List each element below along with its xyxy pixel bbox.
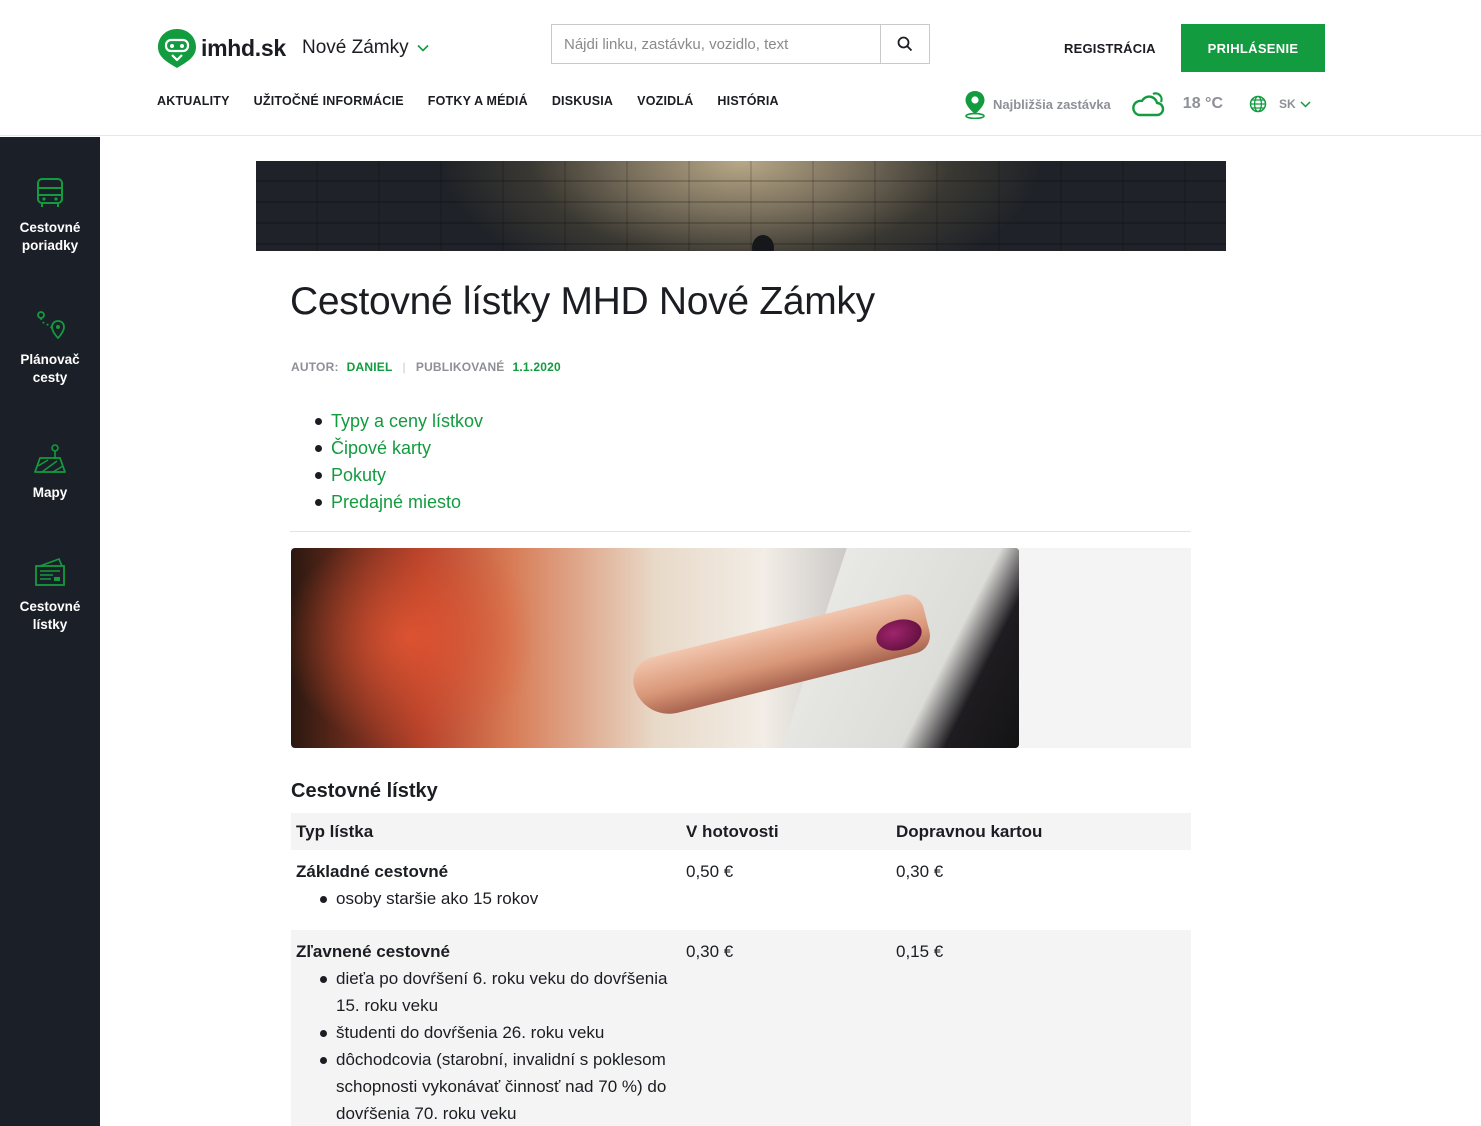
column-header-card: Dopravnou kartou	[891, 813, 1191, 850]
header-tools: Najbližšia zastávka 18 °C SK	[962, 89, 1311, 119]
ticket-note: dieťa po dovŕšení 6. roku veku do dovŕše…	[318, 965, 676, 1019]
sidebar-item-label: cesty	[32, 370, 68, 385]
ticket-note: študenti do dovŕšenia 26. roku veku	[318, 1019, 676, 1046]
logo-tld: .sk	[254, 34, 286, 61]
ticket-type-cell: Základné cestovné osoby staršie ako 15 r…	[291, 850, 681, 930]
toc-link-types-prices[interactable]: Typy a ceny lístkov	[331, 411, 483, 431]
ticket-notes: dieťa po dovŕšení 6. roku veku do dovŕše…	[296, 965, 676, 1126]
tickets-section-title: Cestovné lístky	[291, 780, 438, 802]
search-button[interactable]	[880, 25, 929, 63]
author-label: AUTOR:	[291, 360, 339, 374]
table-header-row: Typ lístka V hotovosti Dopravnou kartou	[291, 813, 1191, 850]
chevron-down-icon	[1300, 100, 1311, 108]
logo-name: imhd	[201, 34, 255, 61]
city-name: Nové Zámky	[302, 37, 409, 58]
register-link[interactable]: REGISTRÁCIA	[1064, 41, 1156, 56]
published-label: PUBLIKOVANÉ	[415, 360, 505, 374]
site-header: imhd.sk Nové Zámky REGISTRÁCIA PRIHLÁSEN…	[0, 0, 1481, 136]
card-price-cell: 0,30 €	[896, 862, 944, 881]
nav-item-news[interactable]: AKTUALITY	[157, 94, 230, 108]
toc-item: Pokuty	[311, 462, 483, 489]
nearest-stop-link[interactable]: Najbližšia zastávka	[962, 89, 1111, 119]
weather-widget: 18 °C	[1131, 90, 1223, 118]
bus-icon	[37, 178, 63, 207]
ticket-price-table: Typ lístka V hotovosti Dopravnou kartou …	[291, 813, 1191, 1126]
search-input[interactable]	[552, 25, 880, 63]
login-button[interactable]: PRIHLÁSENIE	[1181, 24, 1325, 72]
sidebar-item-route-planner[interactable]: Plánovač cesty	[0, 309, 100, 387]
toc-item: Typy a ceny lístkov	[311, 408, 483, 435]
nearest-stop-label: Najbližšia zastávka	[993, 96, 1111, 112]
nav-item-history[interactable]: HISTÓRIA	[717, 94, 778, 108]
ticket-type-name: Zľavnené cestovné	[296, 942, 450, 961]
sidebar-item-timetables[interactable]: Cestovné poriadky	[0, 177, 100, 255]
photo-blur	[291, 548, 531, 748]
column-header-type: Typ lístka	[291, 813, 681, 850]
ticket-note: dôchodcovia (starobní, invalidní s pokle…	[318, 1046, 676, 1126]
meta-separator: |	[402, 360, 406, 374]
logo-text: imhd.sk	[201, 35, 286, 62]
search-box	[551, 24, 930, 64]
sidebar-item-label: Cestovné	[19, 599, 81, 614]
article-meta: AUTOR: DANIEL | PUBLIKOVANÉ 1.1.2020	[291, 360, 561, 374]
ticket-note: osoby staršie ako 15 rokov	[318, 885, 676, 912]
article-photo-frame	[291, 548, 1191, 748]
cash-price-cell: 0,30 €	[681, 930, 891, 1126]
table-row: Zľavnené cestovné dieťa po dovŕšení 6. r…	[291, 930, 1191, 1126]
article-banner-image	[256, 161, 1226, 251]
card-price-cell: 0,15 €	[891, 930, 1191, 1126]
ticket-type-name: Základné cestovné	[296, 862, 449, 881]
nav-item-discussion[interactable]: DISKUSIA	[552, 94, 613, 108]
language-code: SK	[1279, 97, 1296, 111]
sidebar-item-tickets[interactable]: Cestovné lístky	[0, 556, 100, 634]
toc-item: Predajné miesto	[311, 489, 483, 516]
chevron-down-icon	[417, 44, 429, 52]
toc-item: Čipové karty	[311, 435, 483, 462]
sidebar-item-maps[interactable]: Mapy	[0, 442, 100, 502]
location-pin-icon	[965, 91, 985, 119]
page-title: Cestovné lístky MHD Nové Zámky	[290, 280, 875, 323]
nav-item-vehicles[interactable]: VOZIDLÁ	[637, 94, 693, 108]
toc-link-sales-point[interactable]: Predajné miesto	[331, 492, 461, 512]
article-photo	[291, 548, 1019, 748]
ticket-type-cell: Zľavnené cestovné dieťa po dovŕšení 6. r…	[291, 930, 681, 1126]
map-icon	[34, 444, 66, 473]
table-of-contents: Typy a ceny lístkov Čipové karty Pokuty …	[311, 408, 483, 516]
logo-icon	[158, 29, 196, 68]
sidebar-item-label: Cestovné	[19, 220, 81, 235]
language-selector[interactable]: SK	[1249, 95, 1311, 113]
sidebar-item-label: Plánovač	[20, 352, 80, 367]
column-header-cash: V hotovosti	[681, 813, 891, 850]
sidebar-item-label: Mapy	[32, 485, 68, 500]
main-nav: AKTUALITY UŽITOČNÉ INFORMÁCIE FOTKY A MÉ…	[157, 94, 803, 108]
route-planner-icon	[37, 311, 65, 340]
published-date: 1.1.2020	[512, 360, 561, 374]
sidebar-item-label: lístky	[32, 617, 68, 632]
banner-texture	[256, 161, 1226, 251]
ticket-notes: osoby staršie ako 15 rokov	[296, 885, 676, 912]
content-divider	[290, 531, 1191, 532]
toc-link-chip-cards[interactable]: Čipové karty	[331, 438, 431, 458]
temperature: 18 °C	[1182, 95, 1223, 112]
cloud-sun-icon	[1131, 92, 1164, 117]
city-selector[interactable]: Nové Zámky	[302, 37, 429, 59]
sidebar-item-label: poriadky	[21, 238, 79, 253]
author-link[interactable]: DANIEL	[347, 360, 393, 374]
site-logo[interactable]: imhd.sk	[157, 27, 286, 69]
table-row: Základné cestovné osoby staršie ako 15 r…	[291, 850, 1191, 930]
ticket-icon	[35, 557, 65, 586]
nav-item-photos-media[interactable]: FOTKY A MÉDIÁ	[428, 94, 528, 108]
nav-item-useful-info[interactable]: UŽITOČNÉ INFORMÁCIE	[254, 94, 404, 108]
toc-link-fines[interactable]: Pokuty	[331, 465, 386, 485]
globe-icon	[1249, 95, 1267, 113]
sidebar: Cestovné poriadky Plánovač cesty Mapy Ce…	[0, 137, 100, 1126]
search-icon	[897, 36, 913, 52]
cash-price-cell: 0,50 €	[686, 862, 734, 881]
